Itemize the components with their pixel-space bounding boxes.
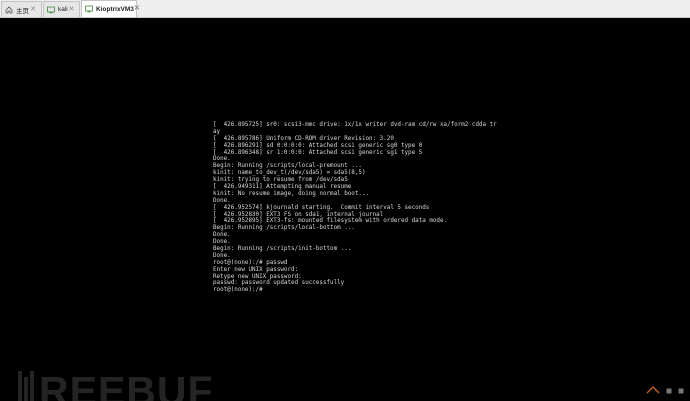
tab-label: KioptrixVM3 (96, 5, 134, 13)
tab-label: kali (58, 6, 68, 13)
tab-kali[interactable]: kali ✕ (43, 1, 80, 17)
tab-home[interactable]: 主页 ✕ (1, 1, 42, 17)
tab-label: 主页 (16, 7, 29, 15)
tab-bar: 主页 ✕ kali ✕ KioptrixVM3 ✕ (0, 0, 690, 18)
terminal-line: [ 426.952895] EXT3-fs: mounted filesyste… (213, 218, 448, 225)
vm-icon (47, 6, 55, 14)
terminal-line: [ 426.952574] kjournald starting. Commit… (213, 204, 430, 211)
terminal-line: root@(none):/# (213, 287, 263, 294)
terminal-output[interactable]: [ 426.895725] sr0: scsi3-mmc drive: 1x/1… (213, 122, 497, 294)
watermark-logo: REEBUF (18, 370, 214, 401)
terminal-line: kinit: name_to_dev_t(/dev/sda5) = sda5(8… (213, 170, 366, 177)
watermark-bars-icon (18, 371, 36, 401)
terminal-line: Begin: Running /scripts/local-premount .… (213, 163, 362, 170)
tab-kioptrixvm3[interactable]: KioptrixVM3 ✕ (81, 0, 140, 17)
terminal-line: Retype new UNIX password: (213, 273, 302, 280)
terminal-line: [ 426.949311] Attempting manual resume (213, 184, 352, 191)
terminal-line: [ 426.895786] Uniform CD-ROM driver Revi… (213, 135, 394, 142)
terminal-line: kinit: trying to resume from /dev/sda5 (213, 177, 348, 184)
terminal-line: passwd: password updated successfully (213, 280, 345, 287)
device-icon (666, 381, 672, 399)
status-tray (640, 381, 684, 399)
close-icon[interactable]: ✕ (134, 5, 140, 13)
terminal-line: [ 426.895725] sr0: scsi3-mmc drive: 1x/1… (213, 122, 497, 128)
vm-icon (85, 5, 93, 13)
home-icon (5, 5, 13, 14)
terminal-line: Done. (213, 156, 231, 163)
close-icon[interactable]: ✕ (68, 6, 75, 14)
terminal-line: Begin: Running /scripts/init-bottom ... (213, 246, 352, 253)
terminal-line: Done. (213, 252, 231, 259)
terminal-line: [ 426.896291] sd 0:0:0:0: Attached scsi … (213, 142, 423, 149)
device-icon (678, 381, 684, 399)
watermark-text: REEBUF (39, 368, 214, 401)
terminal-line: Done. (213, 239, 231, 246)
terminal-line: kinit: No resume image, doing normal boo… (213, 190, 370, 197)
terminal-line: Done. (213, 232, 231, 239)
vm-console[interactable]: [ 426.895725] sr0: scsi3-mmc drive: 1x/1… (0, 18, 690, 401)
close-icon[interactable]: ✕ (29, 6, 37, 14)
terminal-line: [ 426.896348] sr 1:0:0:0: Attached scsi … (213, 149, 423, 156)
terminal-line: [ 426.952830] EXT3 FS on sda1, internal … (213, 211, 384, 218)
network-icon (646, 381, 660, 399)
terminal-line: ay (213, 128, 221, 135)
terminal-line: root@(none):/# passwd (213, 259, 288, 266)
terminal-line: Begin: Running /scripts/local-bottom ... (213, 225, 355, 232)
terminal-line: Done. (213, 197, 231, 204)
terminal-line: Enter new UNIX password: (213, 266, 299, 273)
